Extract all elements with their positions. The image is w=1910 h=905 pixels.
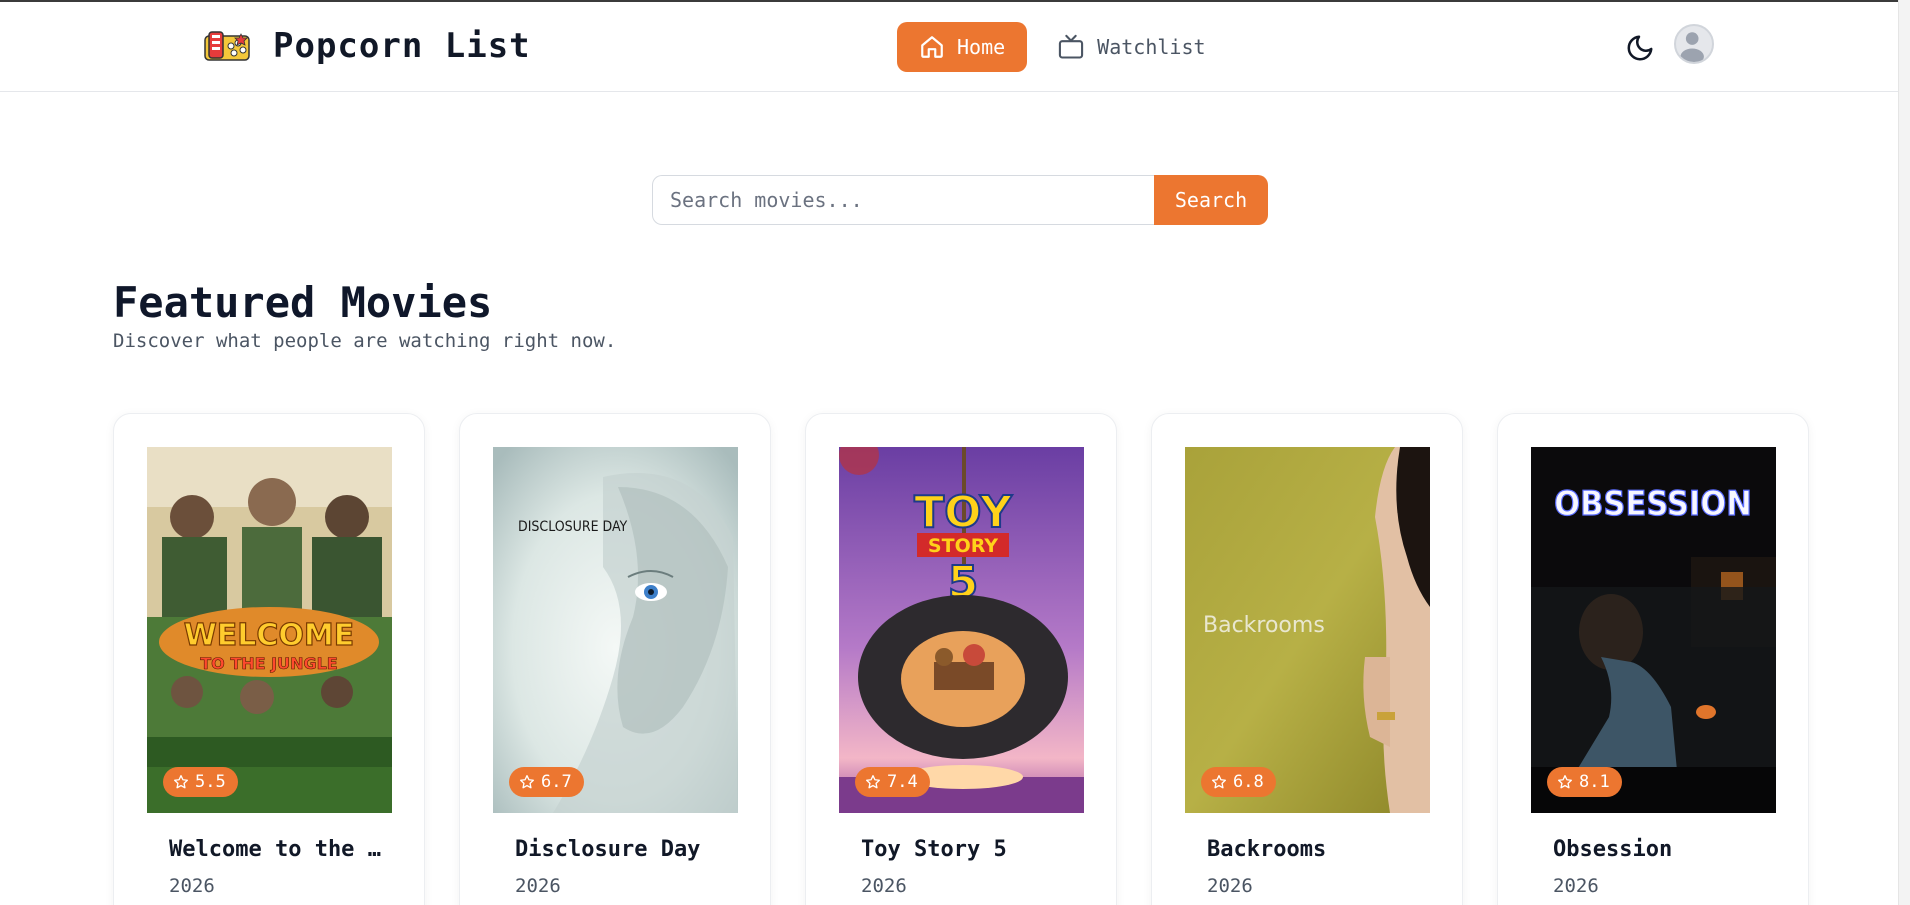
movie-card[interactable]: TOY STORY 5 7.4 Toy Story 5 2026 bbox=[805, 413, 1117, 905]
movie-title[interactable]: Toy Story 5 bbox=[861, 837, 1076, 862]
top-navbar: Popcorn List Home Watchlist bbox=[0, 2, 1898, 92]
search-button[interactable]: Search bbox=[1154, 175, 1268, 225]
rating-value: 8.1 bbox=[1579, 772, 1610, 792]
star-icon bbox=[1558, 775, 1572, 789]
movie-year: 2026 bbox=[169, 875, 215, 897]
rating-value: 6.7 bbox=[541, 772, 572, 792]
poster-text: OBSESSION bbox=[1554, 484, 1752, 524]
movie-year: 2026 bbox=[861, 875, 907, 897]
rating-value: 7.4 bbox=[887, 772, 918, 792]
poster-text: WELCOME bbox=[184, 618, 355, 653]
star-icon bbox=[866, 775, 880, 789]
movie-poster[interactable]: OBSESSION 8.1 bbox=[1531, 447, 1776, 813]
star-icon bbox=[1212, 775, 1226, 789]
rating-badge: 8.1 bbox=[1547, 767, 1622, 797]
movie-poster[interactable]: WELCOME TO THE JUNGLE 5.5 bbox=[147, 447, 392, 813]
movie-year: 2026 bbox=[1553, 875, 1599, 897]
movie-grid: WELCOME TO THE JUNGLE 5.5 Welcome to the… bbox=[113, 413, 1809, 905]
tv-icon bbox=[1059, 34, 1084, 59]
poster-text: Backrooms bbox=[1203, 613, 1325, 638]
search-input[interactable] bbox=[652, 175, 1154, 225]
rating-value: 6.8 bbox=[1233, 772, 1264, 792]
movie-year: 2026 bbox=[515, 875, 561, 897]
popcorn-ticket-icon bbox=[204, 31, 250, 61]
movie-card[interactable]: WELCOME TO THE JUNGLE 5.5 Welcome to the… bbox=[113, 413, 425, 905]
nav-home-label: Home bbox=[957, 35, 1006, 59]
poster-art: WELCOME TO THE JUNGLE bbox=[147, 447, 392, 813]
rating-badge: 6.8 bbox=[1201, 767, 1276, 797]
main-nav: Home Watchlist bbox=[897, 22, 1206, 72]
poster-art: OBSESSION bbox=[1531, 447, 1776, 813]
page-scrollbar[interactable] bbox=[1898, 0, 1910, 905]
rating-badge: 7.4 bbox=[855, 767, 930, 797]
movie-title[interactable]: Obsession bbox=[1553, 837, 1768, 862]
poster-art: TOY STORY 5 bbox=[839, 447, 1084, 813]
poster-text: TO THE JUNGLE bbox=[200, 654, 337, 673]
movie-card[interactable]: Backrooms 6.8 Backrooms 2026 bbox=[1151, 413, 1463, 905]
movie-title[interactable]: Backrooms bbox=[1207, 837, 1422, 862]
logo[interactable]: Popcorn List bbox=[203, 26, 531, 66]
moon-icon[interactable] bbox=[1625, 33, 1655, 63]
home-icon bbox=[921, 36, 943, 58]
movie-title[interactable]: Welcome to the Jungle bbox=[169, 837, 384, 862]
star-icon bbox=[520, 775, 534, 789]
movie-card[interactable]: OBSESSION 8.1 Obsession 2026 bbox=[1497, 413, 1809, 905]
poster-text: STORY bbox=[928, 535, 998, 557]
poster-art: DISCLOSURE DAY bbox=[493, 447, 738, 813]
poster-text: TOY bbox=[914, 487, 1013, 538]
user-avatar[interactable] bbox=[1674, 24, 1714, 64]
movie-poster[interactable]: TOY STORY 5 7.4 bbox=[839, 447, 1084, 813]
user-avatar-icon bbox=[1680, 32, 1704, 62]
nav-watchlist-label: Watchlist bbox=[1097, 35, 1206, 59]
movie-year: 2026 bbox=[1207, 875, 1253, 897]
poster-art: Backrooms bbox=[1185, 447, 1430, 813]
star-icon bbox=[174, 775, 188, 789]
featured-title: Featured Movies bbox=[113, 278, 493, 327]
rating-value: 5.5 bbox=[195, 772, 226, 792]
app-title: Popcorn List bbox=[273, 26, 531, 66]
nav-home-button[interactable]: Home bbox=[897, 22, 1028, 72]
rating-badge: 6.7 bbox=[509, 767, 584, 797]
movie-title[interactable]: Disclosure Day bbox=[515, 837, 730, 862]
movie-card[interactable]: DISCLOSURE DAY 6.7 Disclosure Day 2026 bbox=[459, 413, 771, 905]
nav-watchlist-button[interactable]: Watchlist bbox=[1057, 22, 1206, 72]
featured-subtitle: Discover what people are watching right … bbox=[113, 330, 617, 352]
movie-poster[interactable]: Backrooms 6.8 bbox=[1185, 447, 1430, 813]
search-bar: Search bbox=[652, 175, 1268, 225]
movie-poster[interactable]: DISCLOSURE DAY 6.7 bbox=[493, 447, 738, 813]
rating-badge: 5.5 bbox=[163, 767, 238, 797]
poster-text: DISCLOSURE DAY bbox=[518, 519, 628, 535]
